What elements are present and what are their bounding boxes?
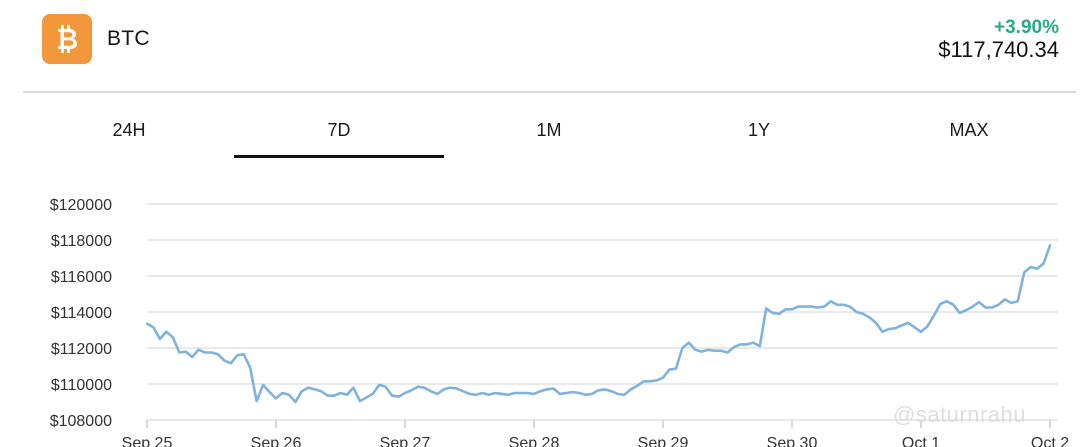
tab-1m[interactable]: 1M (444, 106, 654, 160)
y-tick-label: $110000 (51, 377, 112, 394)
x-tick-label: Sep 27 (380, 435, 431, 447)
y-tick-label: $114000 (51, 305, 112, 322)
x-tick-label: Sep 28 (509, 435, 560, 447)
y-tick-label: $108000 (50, 413, 112, 430)
y-tick-label: $120000 (50, 197, 112, 214)
x-tick-label: Sep 29 (638, 435, 689, 447)
current-price: $117,740.34 (938, 37, 1059, 62)
x-tick-label: Sep 30 (767, 435, 818, 447)
tab-7d[interactable]: 7D (234, 106, 444, 160)
x-tick-label: Sep 25 (122, 435, 173, 447)
watermark: @saturnrahu (893, 402, 1027, 427)
price-line (145, 244, 1052, 404)
y-tick-label: $112000 (51, 341, 112, 358)
y-tick-label: $116000 (51, 269, 112, 286)
tab-24h[interactable]: 24H (24, 106, 234, 160)
header-divider (23, 91, 1076, 93)
tab-1y[interactable]: 1Y (654, 106, 864, 160)
price-change: +3.90% (994, 17, 1059, 38)
asset-symbol: BTC (107, 27, 150, 50)
tab-max[interactable]: MAX (864, 106, 1074, 160)
time-range-tabs: 24H 7D 1M 1Y MAX (24, 106, 1076, 160)
x-tick-label: Oct 2 (1031, 435, 1069, 447)
bitcoin-icon (42, 14, 92, 64)
x-tick-label: Oct 1 (902, 435, 940, 447)
y-tick-label: $118000 (51, 233, 112, 250)
x-tick-label: Sep 26 (251, 435, 302, 447)
asset-header: BTC +3.90% $117,740.34 (0, 0, 1080, 92)
